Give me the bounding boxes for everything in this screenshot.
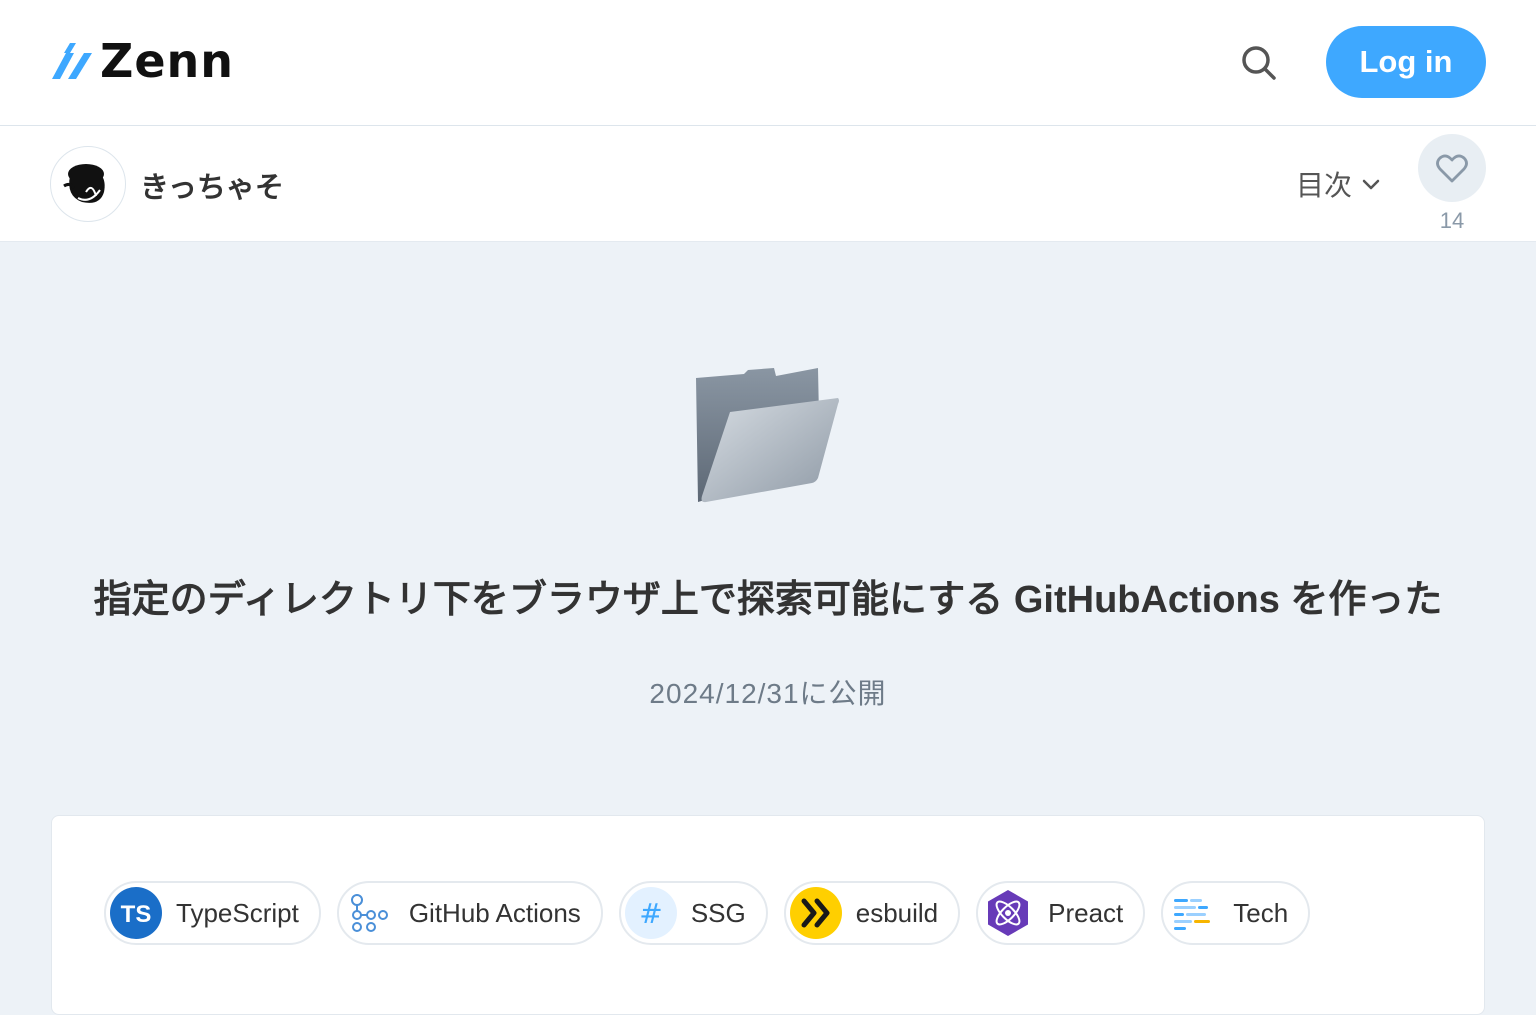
tag-label: esbuild — [855, 897, 939, 928]
tag-label: Tech — [1233, 897, 1289, 928]
tag-github-actions[interactable]: GitHub Actions — [336, 881, 603, 945]
preact-icon — [982, 887, 1035, 939]
svg-text:TS: TS — [121, 901, 152, 928]
logo-text: Zenn — [100, 34, 235, 88]
like-button[interactable] — [1418, 134, 1486, 202]
tag-label: TypeScript — [176, 897, 299, 928]
article-title: 指定のディレクトリ下をブラウザ上で探索可能にする GitHubActions を… — [93, 579, 1443, 621]
hash-icon: # — [624, 887, 677, 939]
toc-button[interactable]: 目次 — [1296, 164, 1382, 204]
esbuild-icon — [789, 887, 842, 939]
tag-esbuild[interactable]: esbuild — [783, 881, 961, 945]
tag-label: GitHub Actions — [408, 897, 581, 928]
toc-label: 目次 — [1296, 170, 1353, 201]
article-emoji-folder-icon — [688, 360, 848, 510]
zenn-logo-icon — [52, 43, 92, 79]
tag-preact[interactable]: Preact — [976, 881, 1146, 945]
login-button[interactable]: Log in — [1326, 26, 1486, 98]
tag-label: Preact — [1048, 897, 1124, 928]
avatar-hat-icon — [63, 164, 105, 203]
article-card: TS TypeScript GitHub Actions # SSG esbui… — [51, 815, 1485, 1015]
typescript-icon: TS — [110, 887, 162, 939]
tech-icon — [1167, 887, 1220, 939]
tag-list: TS TypeScript GitHub Actions # SSG esbui… — [104, 881, 1311, 945]
heart-icon — [1436, 154, 1468, 183]
search-icon — [1242, 46, 1276, 80]
github-actions-icon — [342, 887, 395, 939]
search-button[interactable] — [1234, 38, 1284, 88]
svg-text:#: # — [639, 897, 662, 930]
author-name[interactable]: きっちゃそ — [140, 164, 284, 206]
zenn-logo[interactable]: Zenn — [50, 36, 234, 86]
tag-typescript[interactable]: TS TypeScript — [104, 881, 321, 945]
tag-tech[interactable]: Tech — [1161, 881, 1311, 945]
author-bar: きっちゃそ 目次 14 — [0, 126, 1536, 242]
tag-ssg[interactable]: # SSG — [618, 881, 768, 945]
published-date: 2024/12/31に公開 — [649, 678, 887, 709]
site-header: Zenn Log in — [0, 0, 1536, 126]
avatar[interactable] — [50, 146, 126, 222]
chevron-down-icon — [1362, 179, 1380, 190]
tag-label: SSG — [690, 897, 746, 928]
like-count: 14 — [1439, 208, 1465, 233]
